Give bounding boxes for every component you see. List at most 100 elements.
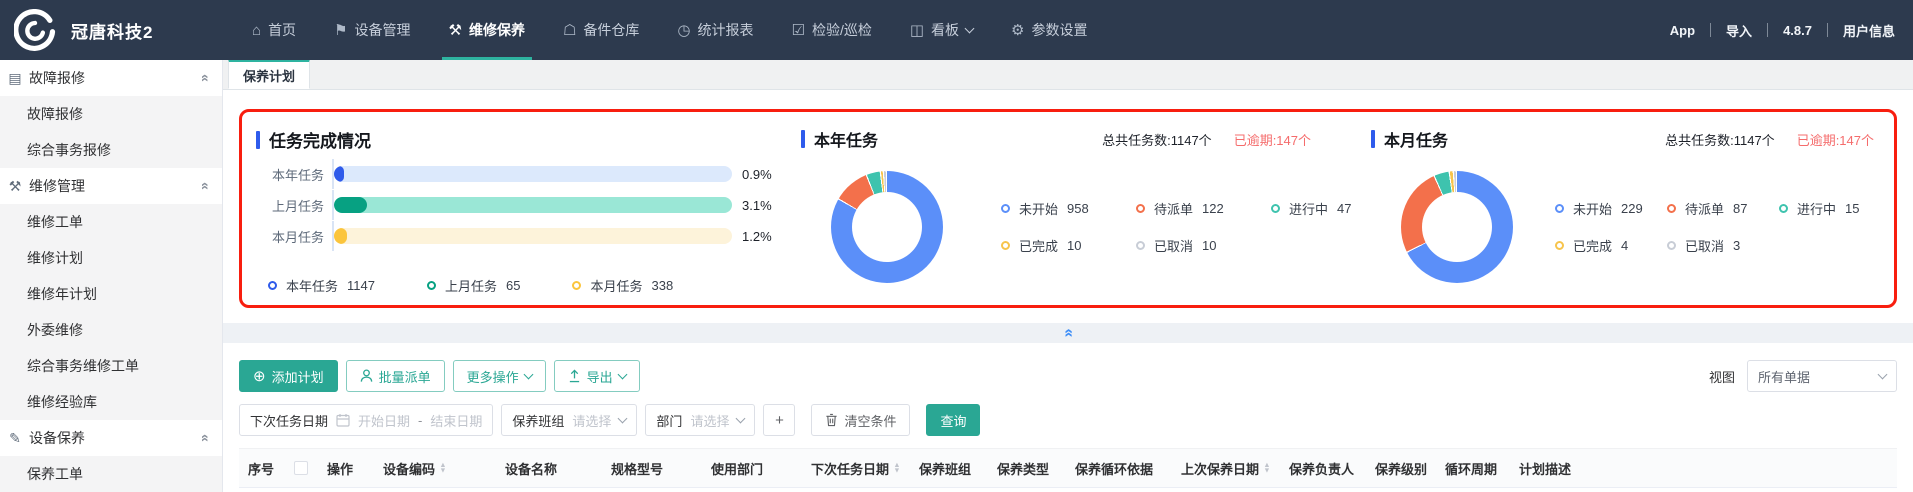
inspection-icon: ☑ [791, 22, 805, 39]
sidebar-item-维修经验库[interactable]: 维修经验库 [0, 384, 222, 420]
bar-value-label: 1.2% [742, 228, 772, 244]
add-filter-button[interactable]: + [763, 404, 796, 436]
nav-item-备件仓库[interactable]: ☖ 备件仓库 [544, 0, 658, 60]
title-accent-bar [1371, 130, 1375, 148]
legend-item-待派单[interactable]: 待派单 122 [1136, 199, 1271, 218]
legend-item-已完成[interactable]: 已完成 4 [1555, 236, 1667, 255]
fault-report-icon: ▤ [8, 69, 22, 86]
nav-item-设备管理[interactable]: ⚑ 设备管理 [315, 0, 429, 60]
collapse-group-icon[interactable]: « [198, 434, 214, 442]
sidebar-item-维修工单[interactable]: 维修工单 [0, 204, 222, 240]
add-icon: ⊕ [253, 367, 266, 385]
sidebar-item-外委维修[interactable]: 外委维修 [0, 312, 222, 348]
nav-item-参数设置[interactable]: ⚙ 参数设置 [992, 0, 1106, 60]
bar-row-上月任务: 上月任务 3.1% [256, 190, 787, 220]
legend-ring [1779, 204, 1788, 213]
nav-item-首页[interactable]: ⌂ 首页 [233, 0, 315, 60]
legend-item-本月任务[interactable]: 本月任务 338 [572, 276, 673, 295]
collapse-group-icon[interactable]: « [198, 74, 214, 82]
bar-category-label: 上月任务 [271, 198, 324, 214]
batch-dispatch-button[interactable]: 批量派单 [345, 360, 445, 392]
clear-filters-button[interactable]: 清空条件 [811, 404, 911, 436]
board-icon: ◫ [909, 22, 925, 39]
legend-ring [268, 281, 277, 290]
sort-icon[interactable]: ▲ ▼ [1263, 461, 1270, 474]
legend-item-未开始[interactable]: 未开始 229 [1555, 199, 1667, 218]
app-logo [14, 9, 56, 51]
legend-ring [1001, 204, 1010, 213]
sidebar-group-故障报修[interactable]: ▤ 故障报修 « [0, 60, 222, 96]
column-header-序号: 序号 [247, 461, 274, 477]
sidebar-item-综合事务报修[interactable]: 综合事务报修 [0, 132, 222, 168]
maintenance-team-select[interactable]: 保养班组 请选择 [501, 404, 638, 436]
export-button[interactable]: 导出 [553, 360, 640, 392]
legend-item-已取消[interactable]: 已取消 10 [1136, 236, 1271, 255]
bar-fill [334, 197, 367, 213]
donut-legend: 未开始 958 待派单 122 进行中 47 已完成 10 已取消 10 [1001, 199, 1406, 255]
view-select[interactable]: 所有单据 [1747, 360, 1897, 392]
legend-item-上月任务[interactable]: 上月任务 65 [426, 276, 520, 295]
nav-item-统计报表[interactable]: ◷ 统计报表 [658, 0, 772, 60]
device-maintain-icon: ✎ [9, 429, 21, 446]
legend-item-未开始[interactable]: 未开始 958 [1001, 199, 1136, 218]
department-select[interactable]: 部门 请选择 [645, 404, 756, 436]
legend-ring [1667, 204, 1676, 213]
collapse-dashboard-toggle[interactable]: « [223, 323, 1913, 343]
tab-maintenance-plan[interactable]: 保养计划 [228, 59, 311, 89]
column-header-上次保养日期[interactable]: 上次保养日期 ▲ ▼ [1173, 449, 1281, 487]
add-plan-button[interactable]: ⊕ 添加计划 [239, 360, 338, 392]
navbar-link-用户信息[interactable]: 用户信息 [1843, 21, 1895, 40]
overdue-tasks-text: 已逾期:147个 [1233, 132, 1311, 148]
collapse-group-icon[interactable]: « [198, 182, 214, 190]
main-area: 保养计划 任务完成情况 本年任务 0.9% 上月任务 3.1% 本月任务 1.2% 本年任… [223, 59, 1913, 492]
nav-item-检验/巡检[interactable]: ☑ 检验/巡检 [773, 0, 891, 60]
sidebar-item-故障报修[interactable]: 故障报修 [0, 96, 222, 132]
bar-fill [334, 228, 347, 244]
section-title: 本年任务 [814, 133, 879, 150]
equipment-icon: ⚑ [334, 22, 348, 39]
sidebar-item-维修年计划[interactable]: 维修年计划 [0, 276, 222, 312]
report-icon: ◷ [677, 22, 691, 39]
navbar-link-导入[interactable]: 导入 [1726, 21, 1752, 40]
total-tasks-text: 总共任务数:1147个 [1102, 132, 1212, 148]
sidebar-group-维修管理[interactable]: ⚒ 维修管理 « [0, 168, 222, 204]
column-header-设备编码[interactable]: 设备编码 ▲ ▼ [375, 449, 497, 487]
column-header-保养级别: 保养级别 [1375, 461, 1428, 477]
query-button[interactable]: 查询 [926, 404, 981, 436]
navbar-link-4.8.7[interactable]: 4.8.7 [1783, 23, 1812, 38]
legend-ring [1136, 241, 1145, 250]
legend-item-进行中[interactable]: 进行中 15 [1779, 199, 1891, 218]
donut-chart-year [831, 171, 943, 283]
column-header-操作: 操作 [327, 461, 354, 477]
bar-value-label: 0.9% [742, 166, 772, 182]
section-task-completion: 任务完成情况 本年任务 0.9% 上月任务 3.1% 本月任务 1.2% 本年任务 1147… [242, 112, 787, 305]
sort-icon[interactable]: ▲ ▼ [439, 461, 446, 474]
column-header-下次任务日期[interactable]: 下次任务日期 ▲ ▼ [803, 449, 911, 487]
legend-item-本年任务[interactable]: 本年任务 1147 [268, 276, 375, 295]
legend-ring [1001, 241, 1010, 250]
sort-icon[interactable]: ▲ ▼ [893, 461, 900, 474]
more-actions-button[interactable]: 更多操作 [452, 360, 546, 392]
sidebar-group-设备保养[interactable]: ✎ 设备保养 « [0, 420, 222, 456]
sidebar-item-维修计划[interactable]: 维修计划 [0, 240, 222, 276]
sidebar-item-综合事务维修工单[interactable]: 综合事务维修工单 [0, 348, 222, 384]
settings-icon: ⚙ [1011, 22, 1025, 39]
bar-row-本月任务: 本月任务 1.2% [256, 221, 787, 251]
start-date-placeholder[interactable]: 开始日期 [358, 411, 410, 430]
bar-category-label: 本年任务 [271, 167, 324, 183]
nav-item-维修保养[interactable]: ⚒ 维修保养 [430, 0, 544, 60]
legend-item-待派单[interactable]: 待派单 87 [1667, 199, 1779, 218]
navbar-right: App 导入 4.8.7 用户信息 [1670, 21, 1913, 40]
select-all-checkbox[interactable] [294, 461, 308, 475]
legend-ring [1136, 204, 1145, 213]
next-task-date-range[interactable]: 下次任务日期 开始日期 - 结束日期 [239, 404, 494, 436]
legend-item-已取消[interactable]: 已取消 3 [1667, 236, 1779, 255]
end-date-placeholder[interactable]: 结束日期 [430, 411, 482, 430]
repair-manage-icon: ⚒ [8, 177, 22, 194]
section-month-tasks: 本月任务 总共任务数:1147个 已逾期:147个 未开始 229 待派单 87 进行中… [1357, 112, 1888, 305]
sidebar-item-保养工单[interactable]: 保养工单 [0, 456, 222, 492]
nav-item-看板[interactable]: ◫ 看板 [891, 0, 992, 60]
legend-item-已完成[interactable]: 已完成 10 [1001, 236, 1136, 255]
export-icon [568, 369, 581, 383]
navbar-link-App[interactable]: App [1670, 23, 1695, 38]
